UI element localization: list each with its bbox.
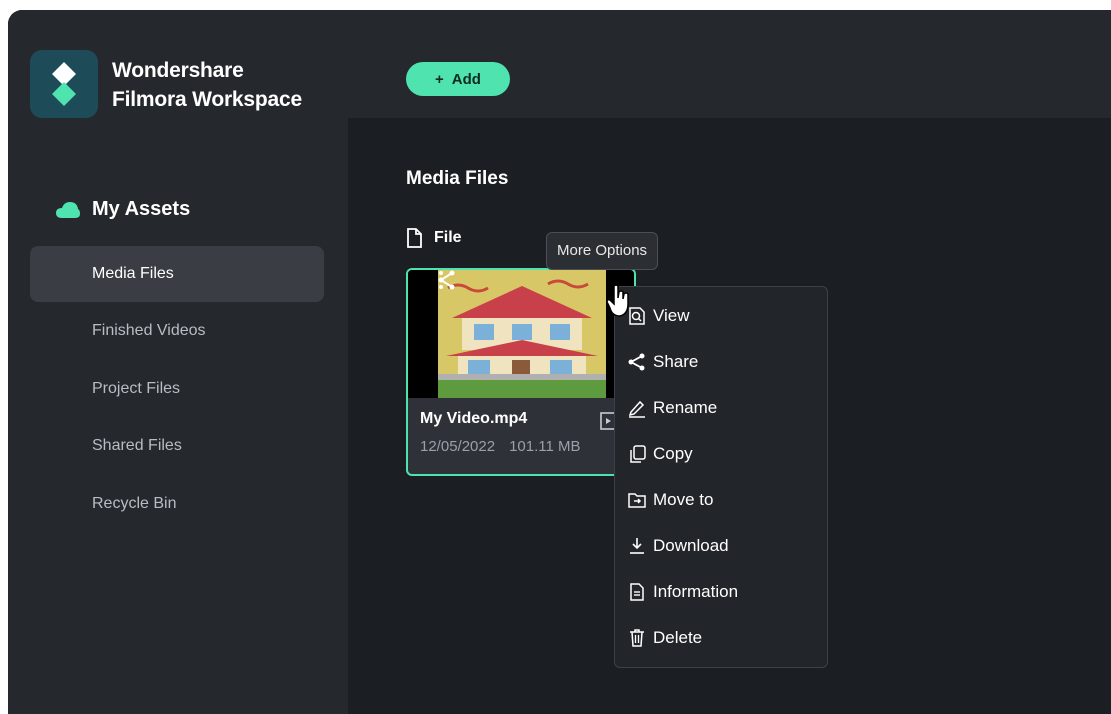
- menu-item-move-to[interactable]: Move to: [627, 485, 713, 515]
- hand-cursor-icon: [606, 284, 629, 317]
- delete-icon: [630, 629, 644, 647]
- menu-item-copy[interactable]: Copy: [627, 439, 693, 469]
- menu-item-label: View: [653, 306, 690, 325]
- app-window: Wondershare Filmora Workspace My Assets …: [8, 10, 1111, 714]
- download-icon: [630, 538, 644, 554]
- sidebar-item-media-files[interactable]: Media Files: [30, 246, 324, 302]
- more-options-icon[interactable]: [438, 270, 444, 290]
- file-section-label: File: [434, 229, 462, 246]
- rename-icon: [628, 400, 645, 418]
- cloud-icon: [56, 201, 80, 218]
- sidebar-item-label: Project Files: [92, 380, 181, 397]
- menu-item-label: Information: [653, 582, 739, 601]
- house-illustration: [438, 270, 606, 398]
- menu-item-download[interactable]: Download: [627, 531, 729, 561]
- add-button[interactable]: + Add: [406, 62, 510, 96]
- menu-item-view[interactable]: View: [627, 301, 690, 331]
- sidebar-item-label: Finished Videos: [92, 322, 206, 339]
- file-date: 12/05/2022: [420, 438, 496, 455]
- file-section-header: File: [406, 228, 462, 248]
- menu-item-label: Share: [653, 352, 699, 371]
- my-assets-header[interactable]: My Assets: [56, 198, 190, 221]
- filmora-logo: [30, 50, 98, 118]
- sidebar-item-finished-videos[interactable]: Finished Videos: [30, 303, 324, 359]
- menu-item-rename[interactable]: Rename: [627, 393, 717, 423]
- top-bar: + Add: [348, 10, 1111, 118]
- information-icon: [630, 583, 644, 601]
- menu-item-label: Download: [653, 536, 729, 555]
- sidebar-item-label: Recycle Bin: [92, 495, 177, 512]
- sidebar-item-project-files[interactable]: Project Files: [30, 361, 324, 417]
- add-button-label: Add: [451, 70, 481, 88]
- more-options-tooltip: More Options: [546, 232, 659, 270]
- menu-item-delete[interactable]: Delete: [627, 623, 702, 653]
- menu-item-information[interactable]: Information: [627, 577, 738, 607]
- plus-icon: +: [435, 70, 444, 88]
- copy-icon: [630, 445, 646, 463]
- menu-item-label: Delete: [653, 628, 703, 647]
- context-menu: View Share Rename Copy Move to Download …: [614, 286, 828, 668]
- sidebar-item-shared-files[interactable]: Shared Files: [30, 418, 324, 474]
- file-icon: [407, 228, 422, 248]
- page-title: Media Files: [406, 168, 509, 189]
- sidebar: Wondershare Filmora Workspace My Assets …: [8, 10, 348, 714]
- app-name-line2: Filmora Workspace: [112, 88, 302, 111]
- menu-item-label: Move to: [653, 490, 714, 509]
- menu-item-label: Copy: [653, 444, 693, 463]
- video-thumbnail[interactable]: [408, 270, 634, 398]
- app-name: Wondershare Filmora Workspace: [112, 56, 302, 114]
- file-meta: 12/05/2022 101.11 MB: [420, 438, 595, 455]
- sidebar-item-recycle-bin[interactable]: Recycle Bin: [30, 476, 324, 532]
- app-name-line1: Wondershare: [112, 59, 244, 82]
- move-to-icon: [628, 493, 646, 508]
- menu-item-label: Rename: [653, 398, 718, 417]
- sidebar-item-label: Media Files: [92, 265, 174, 282]
- share-icon: [628, 353, 645, 371]
- my-assets-label: My Assets: [92, 198, 191, 220]
- sidebar-item-label: Shared Files: [92, 437, 182, 454]
- menu-item-share[interactable]: Share: [627, 347, 698, 377]
- media-card[interactable]: My Video.mp4 12/05/2022 101.11 MB: [406, 268, 636, 476]
- file-size: 101.11 MB: [509, 438, 581, 455]
- file-name: My Video.mp4: [420, 410, 528, 427]
